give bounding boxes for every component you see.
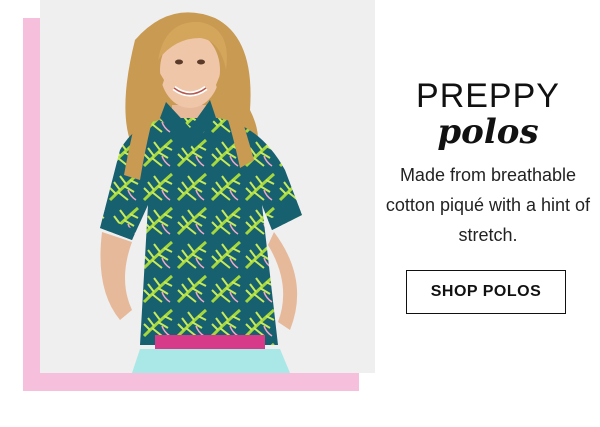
headline: PREPPY: [416, 77, 560, 115]
model-photo: [40, 0, 375, 373]
shop-polos-button[interactable]: SHOP POLOS: [406, 270, 566, 314]
subhead: polos: [437, 112, 539, 152]
model-wearing-polo-illustration: [40, 0, 375, 373]
promo-copy: PREPPY polos Made from breathable cotton…: [376, 0, 600, 427]
product-description: Made from breathable cotton piqué with a…: [385, 165, 591, 245]
